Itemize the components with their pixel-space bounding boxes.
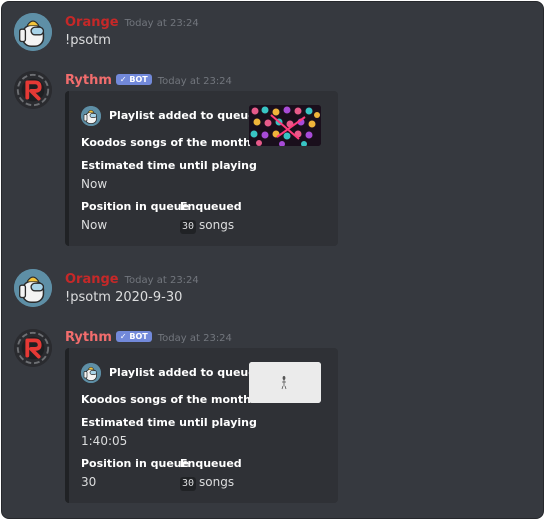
songs-label: songs: [199, 218, 235, 232]
embed-title[interactable]: Koodos songs of the month: [81, 135, 251, 150]
playlist-thumbnail[interactable]: [249, 105, 321, 146]
avatar[interactable]: [14, 329, 52, 367]
avatar[interactable]: [14, 269, 52, 307]
field-name: Enqueued: [180, 457, 242, 470]
field-value: Now: [81, 218, 108, 232]
embed-author-icon: [81, 363, 101, 383]
message-text: !psotm: [65, 33, 111, 48]
username[interactable]: Rythm: [65, 330, 112, 345]
bot-badge: ✓ BOT: [115, 331, 152, 342]
timestamp: Today at 23:24: [124, 18, 199, 29]
field-name: Enqueued: [180, 200, 242, 213]
song-count: 30: [180, 477, 197, 491]
timestamp: Today at 23:24: [157, 333, 232, 344]
embed-title[interactable]: Koodos songs of the month: [81, 392, 251, 407]
field-name: Estimated time until playing: [81, 416, 257, 429]
message-header: Orange Today at 23:24: [65, 11, 199, 31]
message-header: Rythm ✓ BOT Today at 23:24: [65, 326, 232, 346]
field-value: 30 songs: [180, 474, 234, 491]
chat-window: Orange Today at 23:24 !psotm Rythm ✓ BOT To…: [1, 1, 544, 519]
songs-label: songs: [199, 475, 235, 489]
field-value: 30 songs: [180, 217, 234, 234]
username[interactable]: Orange: [65, 272, 119, 287]
embed: Playlist added to queue Koodos songs of …: [65, 91, 338, 246]
avatar[interactable]: [14, 71, 52, 109]
field-value: Now: [81, 177, 108, 191]
avatar[interactable]: [14, 13, 52, 51]
message-text: !psotm 2020-9-30: [65, 290, 183, 305]
field-name: Estimated time until playing: [81, 159, 257, 172]
field-value: 30: [81, 475, 97, 489]
message-header: Orange Today at 23:24: [65, 268, 199, 288]
playlist-thumbnail[interactable]: [249, 362, 321, 403]
bot-badge: ✓ BOT: [115, 74, 152, 85]
embed-author-name: Playlist added to queue: [109, 366, 256, 379]
username[interactable]: Orange: [65, 15, 119, 30]
field-name: Position in queue: [81, 200, 190, 213]
username[interactable]: Rythm: [65, 73, 112, 88]
embed: Playlist added to queue Koodos songs of …: [65, 348, 338, 503]
embed-author-name: Playlist added to queue: [109, 109, 256, 122]
field-value: 1:40:05: [81, 434, 128, 448]
timestamp: Today at 23:24: [157, 76, 232, 87]
timestamp: Today at 23:24: [124, 275, 199, 286]
message-header: Rythm ✓ BOT Today at 23:24: [65, 69, 232, 89]
song-count: 30: [180, 220, 197, 234]
field-name: Position in queue: [81, 457, 190, 470]
embed-author-icon: [81, 106, 101, 126]
